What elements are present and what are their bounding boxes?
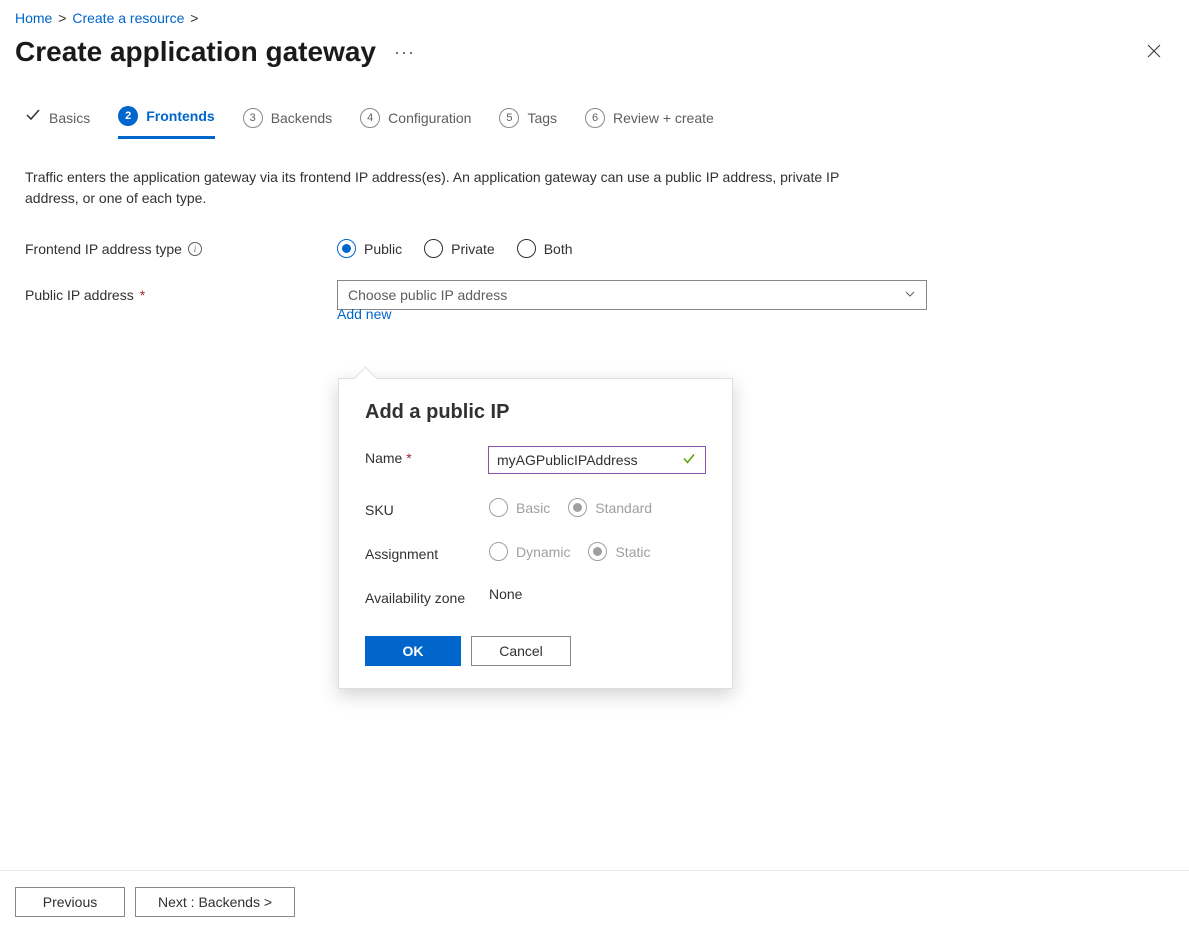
step-number: 6 (585, 108, 605, 128)
radio-label: Dynamic (516, 544, 570, 560)
radio-label: Basic (516, 500, 550, 516)
radio-label: Standard (595, 500, 652, 516)
more-icon[interactable]: ··· (394, 42, 415, 63)
page-title: Create application gateway (15, 36, 376, 68)
breadcrumb-separator: > (58, 10, 66, 26)
radio-icon (489, 542, 508, 561)
step-number: 3 (243, 108, 263, 128)
tab-label: Review + create (613, 110, 714, 126)
tab-label: Frontends (146, 108, 214, 124)
tab-configuration[interactable]: 4 Configuration (360, 108, 471, 138)
radio-sku-basic: Basic (489, 498, 550, 517)
checkmark-icon (682, 452, 696, 469)
radio-private[interactable]: Private (424, 239, 495, 258)
tab-frontends[interactable]: 2 Frontends (118, 106, 214, 139)
chevron-down-icon (904, 287, 916, 303)
radio-assignment-static: Static (588, 542, 650, 561)
radio-assignment-dynamic: Dynamic (489, 542, 570, 561)
popup-sku-label: SKU (365, 498, 489, 518)
radio-label: Both (544, 241, 573, 257)
ok-button[interactable]: OK (365, 636, 461, 666)
step-number: 5 (499, 108, 519, 128)
step-number: 2 (118, 106, 138, 126)
popup-title: Add a public IP (365, 401, 706, 424)
popup-name-input[interactable] (488, 446, 706, 474)
label-text: Name (365, 450, 402, 466)
sku-radio-group: Basic Standard (489, 498, 652, 517)
frontend-ip-type-radio-group: Public Private Both (337, 239, 573, 258)
popup-name-label: Name * (365, 446, 488, 466)
add-new-link[interactable]: Add new (337, 306, 391, 322)
radio-icon (489, 498, 508, 517)
popup-az-label: Availability zone (365, 586, 489, 606)
breadcrumb-home[interactable]: Home (15, 10, 52, 26)
radio-label: Private (451, 241, 495, 257)
wizard-footer: Previous Next : Backends > (0, 870, 1189, 933)
breadcrumb-create-resource[interactable]: Create a resource (72, 10, 184, 26)
cancel-button[interactable]: Cancel (471, 636, 571, 666)
tab-basics[interactable]: Basics (25, 107, 90, 138)
tab-label: Tags (527, 110, 557, 126)
assignment-radio-group: Dynamic Static (489, 542, 650, 561)
tab-review-create[interactable]: 6 Review + create (585, 108, 714, 138)
close-icon[interactable] (1139, 38, 1169, 67)
radio-label: Static (615, 544, 650, 560)
radio-icon (568, 498, 587, 517)
radio-public[interactable]: Public (337, 239, 402, 258)
radio-icon (588, 542, 607, 561)
next-button[interactable]: Next : Backends > (135, 887, 295, 917)
previous-button[interactable]: Previous (15, 887, 125, 917)
radio-both[interactable]: Both (517, 239, 573, 258)
tab-label: Backends (271, 110, 332, 126)
label-text: Frontend IP address type (25, 241, 182, 257)
tab-label: Basics (49, 110, 90, 126)
required-indicator: * (406, 450, 411, 466)
popup-az-value: None (489, 586, 522, 602)
add-public-ip-popup: Add a public IP Name * SKU Basic Standar… (338, 378, 733, 689)
tab-backends[interactable]: 3 Backends (243, 108, 332, 138)
radio-sku-standard: Standard (568, 498, 652, 517)
tab-tags[interactable]: 5 Tags (499, 108, 557, 138)
wizard-tabs: Basics 2 Frontends 3 Backends 4 Configur… (0, 68, 1189, 139)
breadcrumb-separator: > (190, 10, 198, 26)
radio-icon (337, 239, 356, 258)
frontend-ip-type-label: Frontend IP address type i (25, 241, 337, 257)
popup-assignment-label: Assignment (365, 542, 489, 562)
radio-label: Public (364, 241, 402, 257)
radio-icon (424, 239, 443, 258)
step-number: 4 (360, 108, 380, 128)
info-icon[interactable]: i (188, 242, 202, 256)
breadcrumb: Home > Create a resource > (0, 0, 1189, 26)
tab-label: Configuration (388, 110, 471, 126)
tab-description: Traffic enters the application gateway v… (0, 139, 920, 209)
public-ip-dropdown[interactable]: Choose public IP address (337, 280, 927, 310)
radio-icon (517, 239, 536, 258)
checkmark-icon (25, 107, 41, 128)
